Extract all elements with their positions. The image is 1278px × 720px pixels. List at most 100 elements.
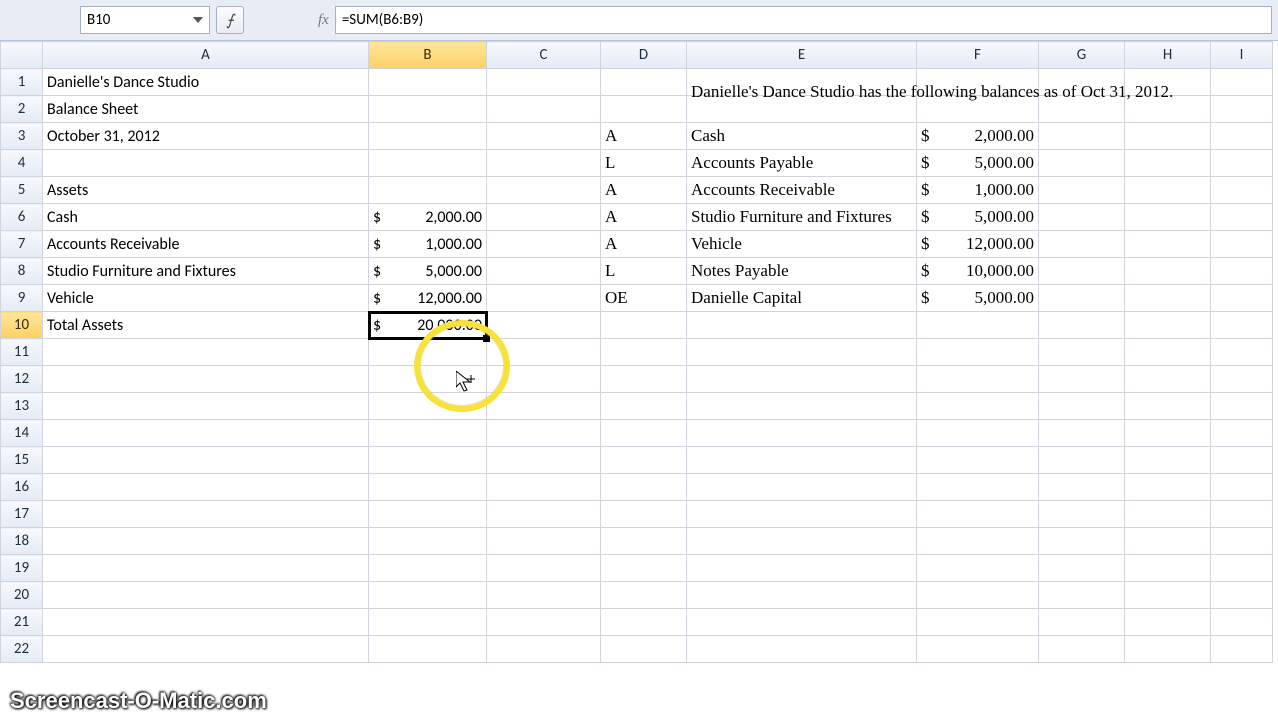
cell-E11[interactable] bbox=[687, 339, 917, 366]
cell-F18[interactable] bbox=[917, 528, 1039, 555]
cell-A4[interactable] bbox=[43, 150, 369, 177]
cell-G6[interactable] bbox=[1039, 204, 1125, 231]
cell-A17[interactable] bbox=[43, 501, 369, 528]
row-header[interactable]: 21 bbox=[1, 609, 43, 636]
cell-C14[interactable] bbox=[487, 420, 601, 447]
cell-B4[interactable] bbox=[369, 150, 487, 177]
cell-H14[interactable] bbox=[1125, 420, 1211, 447]
cell-I10[interactable] bbox=[1211, 312, 1273, 339]
cell-C21[interactable] bbox=[487, 609, 601, 636]
cell-A16[interactable] bbox=[43, 474, 369, 501]
cell-C8[interactable] bbox=[487, 258, 601, 285]
cell-C1[interactable] bbox=[487, 69, 601, 96]
col-header-D[interactable]: D bbox=[601, 42, 687, 69]
row-header[interactable]: 13 bbox=[1, 393, 43, 420]
cell-E7[interactable]: Vehicle bbox=[687, 231, 917, 258]
cell-A13[interactable] bbox=[43, 393, 369, 420]
cell-B11[interactable] bbox=[369, 339, 487, 366]
cell-A10[interactable]: Total Assets bbox=[43, 312, 369, 339]
cell-B9[interactable]: $12,000.00 bbox=[369, 285, 487, 312]
cell-G16[interactable] bbox=[1039, 474, 1125, 501]
cell-A11[interactable] bbox=[43, 339, 369, 366]
cell-C16[interactable] bbox=[487, 474, 601, 501]
cell-C11[interactable] bbox=[487, 339, 601, 366]
col-header-H[interactable]: H bbox=[1125, 42, 1211, 69]
cell-F17[interactable] bbox=[917, 501, 1039, 528]
cell-A3[interactable]: October 31, 2012 bbox=[43, 123, 369, 150]
row-header[interactable]: 14 bbox=[1, 420, 43, 447]
cell-B14[interactable] bbox=[369, 420, 487, 447]
cell-A14[interactable] bbox=[43, 420, 369, 447]
cell-G13[interactable] bbox=[1039, 393, 1125, 420]
row-header[interactable]: 20 bbox=[1, 582, 43, 609]
cell-D19[interactable] bbox=[601, 555, 687, 582]
cell-F13[interactable] bbox=[917, 393, 1039, 420]
cell-F8[interactable]: $10,000.00 bbox=[917, 258, 1039, 285]
cell-F19[interactable] bbox=[917, 555, 1039, 582]
col-header-A[interactable]: A bbox=[43, 42, 369, 69]
cell-I15[interactable] bbox=[1211, 447, 1273, 474]
row-header[interactable]: 5 bbox=[1, 177, 43, 204]
cell-F3[interactable]: $2,000.00 bbox=[917, 123, 1039, 150]
cell-C9[interactable] bbox=[487, 285, 601, 312]
row-header[interactable]: 12 bbox=[1, 366, 43, 393]
cell-F2[interactable] bbox=[917, 96, 1039, 123]
cell-B20[interactable] bbox=[369, 582, 487, 609]
cell-H12[interactable] bbox=[1125, 366, 1211, 393]
cell-G18[interactable] bbox=[1039, 528, 1125, 555]
cell-I3[interactable] bbox=[1211, 123, 1273, 150]
cell-B7[interactable]: $1,000.00 bbox=[369, 231, 487, 258]
cell-D11[interactable] bbox=[601, 339, 687, 366]
cell-A1[interactable]: Danielle's Dance Studio bbox=[43, 69, 369, 96]
row-header[interactable]: 8 bbox=[1, 258, 43, 285]
cell-H17[interactable] bbox=[1125, 501, 1211, 528]
cell-G20[interactable] bbox=[1039, 582, 1125, 609]
cell-B16[interactable] bbox=[369, 474, 487, 501]
cell-H15[interactable] bbox=[1125, 447, 1211, 474]
cell-I11[interactable] bbox=[1211, 339, 1273, 366]
cell-A22[interactable] bbox=[43, 636, 369, 663]
cell-D7[interactable]: A bbox=[601, 231, 687, 258]
cell-H4[interactable] bbox=[1125, 150, 1211, 177]
cell-A18[interactable] bbox=[43, 528, 369, 555]
row-header[interactable]: 3 bbox=[1, 123, 43, 150]
cell-E4[interactable]: Accounts Payable bbox=[687, 150, 917, 177]
cell-I13[interactable] bbox=[1211, 393, 1273, 420]
cell-I21[interactable] bbox=[1211, 609, 1273, 636]
cell-A8[interactable]: Studio Furniture and Fixtures bbox=[43, 258, 369, 285]
cell-B8[interactable]: $5,000.00 bbox=[369, 258, 487, 285]
cell-E17[interactable] bbox=[687, 501, 917, 528]
cell-D20[interactable] bbox=[601, 582, 687, 609]
row-header[interactable]: 9 bbox=[1, 285, 43, 312]
cell-E9[interactable]: Danielle Capital bbox=[687, 285, 917, 312]
cell-B18[interactable] bbox=[369, 528, 487, 555]
insert-function-button[interactable]: ⨍ bbox=[216, 6, 244, 34]
cell-B2[interactable] bbox=[369, 96, 487, 123]
cell-F15[interactable] bbox=[917, 447, 1039, 474]
cell-E2[interactable] bbox=[687, 96, 917, 123]
cell-C13[interactable] bbox=[487, 393, 601, 420]
row-header[interactable]: 17 bbox=[1, 501, 43, 528]
cell-E1[interactable]: Danielle's Dance Studio has the followin… bbox=[687, 69, 917, 96]
cell-C4[interactable] bbox=[487, 150, 601, 177]
cell-H8[interactable] bbox=[1125, 258, 1211, 285]
cell-I8[interactable] bbox=[1211, 258, 1273, 285]
cell-H19[interactable] bbox=[1125, 555, 1211, 582]
cell-F14[interactable] bbox=[917, 420, 1039, 447]
cell-C19[interactable] bbox=[487, 555, 601, 582]
cell-D18[interactable] bbox=[601, 528, 687, 555]
cell-H2[interactable] bbox=[1125, 96, 1211, 123]
cell-D14[interactable] bbox=[601, 420, 687, 447]
cell-A2[interactable]: Balance Sheet bbox=[43, 96, 369, 123]
cell-A5[interactable]: Assets bbox=[43, 177, 369, 204]
cell-E15[interactable] bbox=[687, 447, 917, 474]
cell-D6[interactable]: A bbox=[601, 204, 687, 231]
cell-A7[interactable]: Accounts Receivable bbox=[43, 231, 369, 258]
cell-A9[interactable]: Vehicle bbox=[43, 285, 369, 312]
cell-F20[interactable] bbox=[917, 582, 1039, 609]
cell-C17[interactable] bbox=[487, 501, 601, 528]
cell-F5[interactable]: $1,000.00 bbox=[917, 177, 1039, 204]
cell-I1[interactable] bbox=[1211, 69, 1273, 96]
cell-I16[interactable] bbox=[1211, 474, 1273, 501]
row-header[interactable]: 6 bbox=[1, 204, 43, 231]
